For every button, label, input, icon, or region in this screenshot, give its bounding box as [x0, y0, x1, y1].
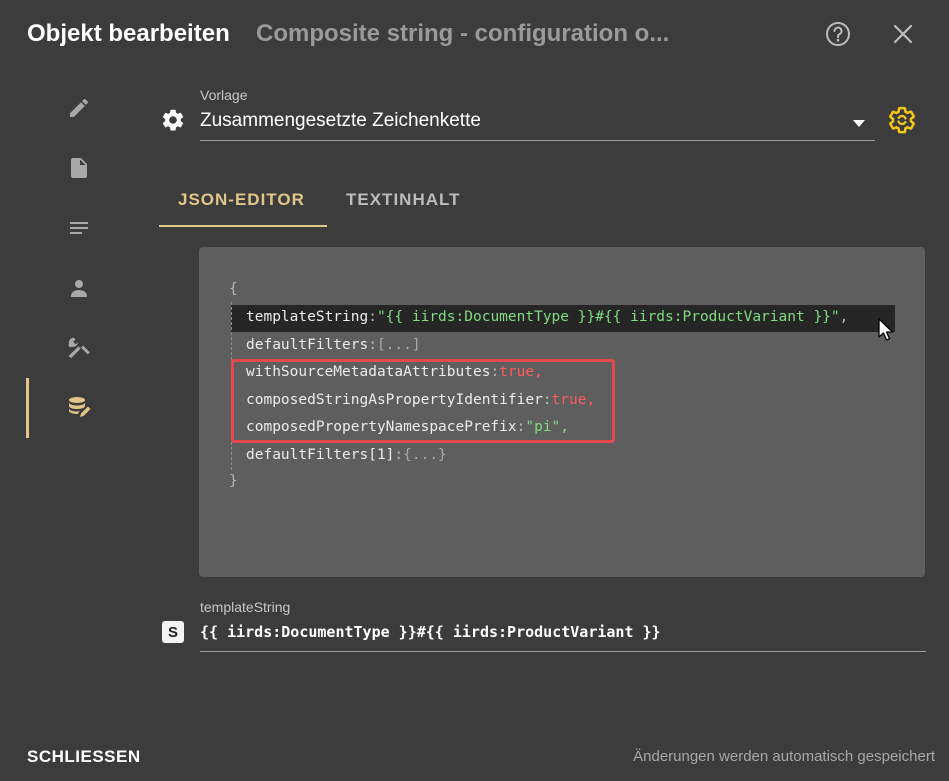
- database-edit-icon: [69, 397, 91, 417]
- dialog-title: Objekt bearbeiten: [27, 20, 230, 47]
- document-icon: [71, 158, 87, 178]
- sidebar-item-person[interactable]: [54, 268, 104, 308]
- template-string-label: templateString: [200, 599, 291, 615]
- template-label: Vorlage: [200, 87, 248, 103]
- mouse-cursor-icon: [877, 318, 895, 342]
- person-icon: [71, 280, 87, 297]
- template-string-input[interactable]: {{ iirds:DocumentType }}#{{ iirds:Produc…: [200, 623, 661, 641]
- template-string-underline: [200, 651, 926, 652]
- template-underline: [200, 140, 875, 141]
- autosave-status: Änderungen werden automatisch gespeicher…: [633, 748, 935, 765]
- json-key: defaultFilters: [246, 337, 369, 353]
- sidebar-item-tools[interactable]: [54, 328, 104, 368]
- template-settings-button[interactable]: [887, 105, 917, 135]
- close-button[interactable]: [890, 21, 916, 47]
- help-button[interactable]: [825, 21, 851, 47]
- close-dialog-button[interactable]: SCHLIESSEN: [27, 747, 141, 767]
- string-type-badge: S: [162, 621, 184, 643]
- tab-text-content[interactable]: TEXTINHALT: [346, 190, 461, 210]
- json-value: "{{ iirds:DocumentType }}#{{ iirds:Produ…: [376, 309, 840, 325]
- chevron-down-icon[interactable]: [852, 115, 866, 127]
- sidebar: [26, 80, 136, 460]
- sidebar-item-edit[interactable]: [54, 88, 104, 128]
- sidebar-item-text[interactable]: [54, 208, 104, 248]
- help-icon: [826, 22, 850, 46]
- json-line[interactable]: templateString:"{{ iirds:DocumentType }}…: [246, 309, 848, 325]
- json-collapsed-value[interactable]: {...}: [403, 447, 447, 463]
- json-close-brace: }: [229, 473, 238, 489]
- json-key: templateString: [246, 309, 369, 325]
- template-gear-icon: [160, 107, 186, 133]
- dialog-subtitle: Composite string - configuration o...: [256, 20, 670, 47]
- tab-json-editor[interactable]: JSON-EDITOR: [178, 190, 305, 210]
- json-line[interactable]: defaultFilters:[...]: [246, 337, 421, 353]
- pencil-icon: [70, 98, 89, 117]
- json-open-brace: {: [229, 281, 238, 297]
- tab-active-indicator: [159, 225, 327, 227]
- json-key: defaultFilters[1]: [246, 447, 395, 463]
- lines-icon: [70, 222, 88, 234]
- template-select[interactable]: Zusammengesetzte Zeichenkette: [200, 110, 481, 132]
- sidebar-item-database[interactable]: [54, 388, 104, 428]
- gear-refresh-icon: [889, 106, 915, 134]
- sidebar-active-indicator: [26, 378, 29, 438]
- close-icon: [893, 24, 913, 44]
- highlight-annotation-box: [231, 359, 615, 443]
- tools-icon: [68, 337, 90, 359]
- json-line[interactable]: defaultFilters[1]:{...}: [246, 447, 447, 463]
- sidebar-item-document[interactable]: [54, 148, 104, 188]
- json-collapsed-value[interactable]: [...]: [377, 337, 421, 353]
